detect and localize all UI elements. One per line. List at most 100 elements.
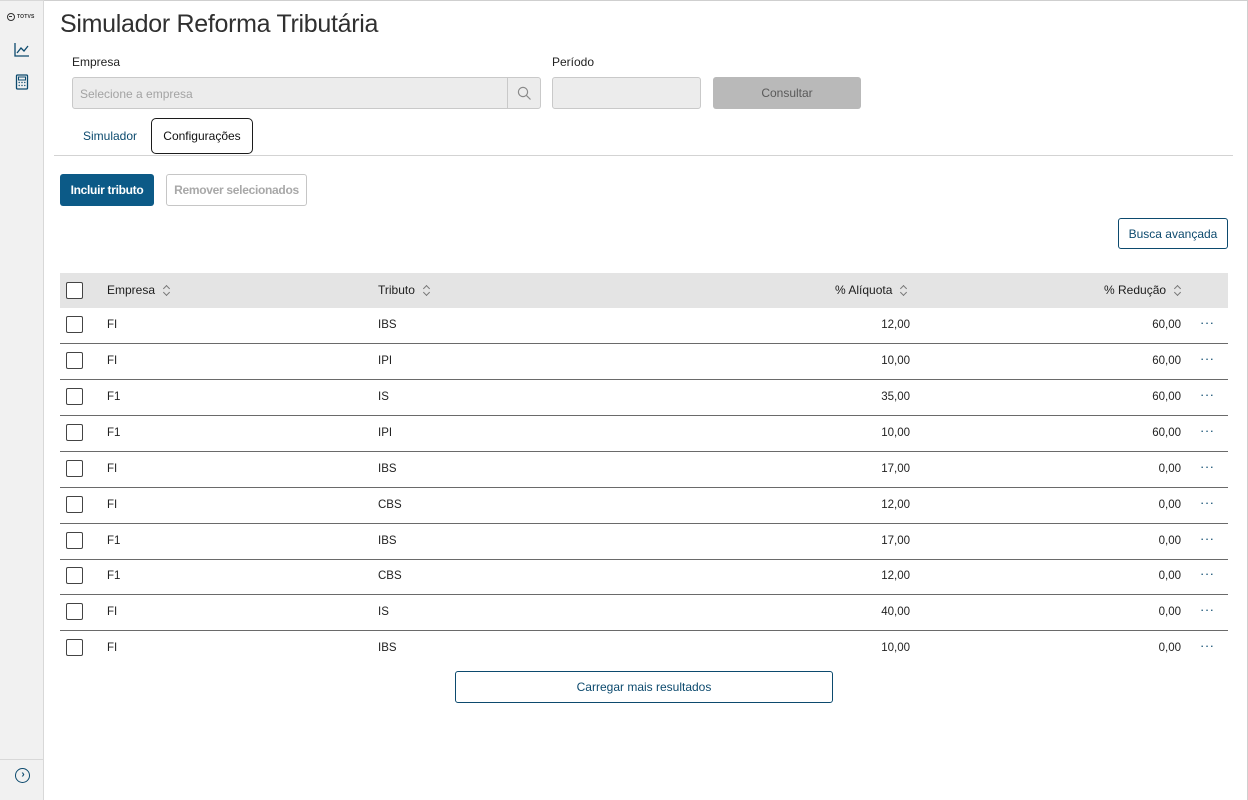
sort-icon[interactable]	[423, 285, 429, 295]
column-header-aliquota[interactable]: % Alíquota	[835, 283, 906, 297]
sort-icon[interactable]	[900, 285, 906, 295]
cell-tributo: IS	[378, 391, 389, 403]
cell-empresa: F1	[107, 570, 121, 582]
empresa-input[interactable]: Selecione a empresa	[72, 77, 541, 109]
cell-empresa: FI	[107, 463, 118, 475]
remover-selecionados-button[interactable]: Remover selecionados	[166, 174, 307, 206]
more-actions-icon[interactable]: ···	[1200, 602, 1215, 617]
busca-avancada-button[interactable]: Busca avançada	[1118, 218, 1228, 249]
table-row[interactable]: F1 IPI 10,00 60,00 ···	[60, 416, 1228, 452]
consultar-button[interactable]: Consultar	[713, 77, 861, 109]
table-row[interactable]: FI IS 40,00 0,00 ···	[60, 595, 1228, 631]
table-row[interactable]: FI CBS 12,00 0,00 ···	[60, 488, 1228, 524]
row-checkbox[interactable]	[66, 532, 83, 549]
tab-simulador[interactable]: Simulador	[72, 118, 148, 154]
totvs-logo: TOTVS	[7, 13, 35, 21]
more-actions-icon[interactable]: ···	[1200, 566, 1215, 581]
column-header-reducao[interactable]: % Redução	[1104, 283, 1180, 297]
incluir-tributo-button[interactable]: Incluir tributo	[60, 174, 154, 206]
cell-aliquota: 10,00	[881, 642, 910, 654]
sidebar-divider	[0, 759, 43, 760]
column-label-tributo: Tributo	[378, 283, 415, 297]
cell-empresa: F1	[107, 535, 121, 547]
row-checkbox[interactable]	[66, 352, 83, 369]
table-row[interactable]: FI IBS 10,00 0,00 ···	[60, 631, 1228, 667]
cell-aliquota: 17,00	[881, 535, 910, 547]
periodo-input[interactable]	[552, 77, 701, 109]
row-checkbox[interactable]	[66, 567, 83, 584]
cell-tributo: IBS	[378, 319, 397, 331]
cell-aliquota: 12,00	[881, 319, 910, 331]
cell-aliquota: 10,00	[881, 427, 910, 439]
row-checkbox[interactable]	[66, 424, 83, 441]
cell-empresa: FI	[107, 319, 118, 331]
cell-reducao: 60,00	[1152, 391, 1181, 403]
table-row[interactable]: F1 IBS 17,00 0,00 ···	[60, 524, 1228, 560]
more-actions-icon[interactable]: ···	[1200, 351, 1215, 366]
cell-tributo: IS	[378, 606, 389, 618]
top-border	[44, 0, 1248, 1]
cell-tributo: IBS	[378, 535, 397, 547]
row-checkbox[interactable]	[66, 639, 83, 656]
table-row[interactable]: FI IPI 10,00 60,00 ···	[60, 344, 1228, 380]
row-checkbox[interactable]	[66, 388, 83, 405]
table-row[interactable]: FI IBS 17,00 0,00 ···	[60, 452, 1228, 488]
cell-aliquota: 10,00	[881, 355, 910, 367]
carregar-mais-button[interactable]: Carregar mais resultados	[455, 671, 833, 703]
row-checkbox[interactable]	[66, 460, 83, 477]
column-label-aliquota: % Alíquota	[835, 283, 893, 297]
totvs-logo-icon	[7, 13, 15, 21]
cell-tributo: IPI	[378, 355, 393, 367]
cell-empresa: F1	[107, 427, 121, 439]
cell-reducao: 0,00	[1158, 570, 1181, 582]
table-header: Empresa Tributo % Alíquota % Redução	[60, 273, 1228, 308]
cell-reducao: 0,00	[1158, 606, 1181, 618]
calculator-icon[interactable]	[13, 73, 31, 91]
column-label-reducao: % Redução	[1104, 283, 1167, 297]
chart-line-icon[interactable]	[13, 41, 31, 59]
cell-aliquota: 12,00	[881, 499, 910, 511]
more-actions-icon[interactable]: ···	[1200, 638, 1215, 653]
cell-reducao: 0,00	[1158, 463, 1181, 475]
more-actions-icon[interactable]: ···	[1200, 315, 1215, 330]
tabs-divider	[54, 155, 1233, 156]
row-checkbox[interactable]	[66, 603, 83, 620]
more-actions-icon[interactable]: ···	[1200, 423, 1215, 438]
cell-reducao: 60,00	[1152, 319, 1181, 331]
empresa-placeholder: Selecione a empresa	[80, 87, 193, 101]
sort-icon[interactable]	[163, 285, 169, 295]
chevron-right-circle-icon[interactable]: ›	[15, 768, 30, 783]
periodo-label: Período	[552, 55, 595, 69]
more-actions-icon[interactable]: ···	[1200, 459, 1215, 474]
row-checkbox[interactable]	[66, 316, 83, 333]
totvs-logo-text: TOTVS	[17, 14, 35, 20]
sort-icon[interactable]	[1174, 285, 1180, 295]
table-row[interactable]: F1 CBS 12,00 0,00 ···	[60, 559, 1228, 595]
row-checkbox[interactable]	[66, 496, 83, 513]
cell-tributo: CBS	[378, 570, 402, 582]
sidebar: TOTVS ›	[0, 0, 44, 800]
column-header-empresa[interactable]: Empresa	[107, 283, 169, 297]
cell-tributo: IBS	[378, 463, 397, 475]
cell-reducao: 60,00	[1152, 427, 1181, 439]
search-button[interactable]	[507, 78, 540, 108]
cell-aliquota: 40,00	[881, 606, 910, 618]
cell-reducao: 0,00	[1158, 535, 1181, 547]
search-icon	[517, 86, 531, 100]
tab-configuracoes[interactable]: Configurações	[151, 118, 253, 154]
cell-empresa: FI	[107, 499, 118, 511]
cell-aliquota: 17,00	[881, 463, 910, 475]
column-header-tributo[interactable]: Tributo	[378, 283, 429, 297]
cell-reducao: 0,00	[1158, 499, 1181, 511]
table-row[interactable]: F1 IS 35,00 60,00 ···	[60, 380, 1228, 416]
more-actions-icon[interactable]: ···	[1200, 387, 1215, 402]
more-actions-icon[interactable]: ···	[1200, 531, 1215, 546]
cell-reducao: 60,00	[1152, 355, 1181, 367]
select-all-checkbox[interactable]	[66, 282, 83, 299]
cell-tributo: IPI	[378, 427, 393, 439]
page-title: Simulador Reforma Tributária	[60, 10, 379, 38]
more-actions-icon[interactable]: ···	[1200, 495, 1215, 510]
table-row[interactable]: FI IBS 12,00 60,00 ···	[60, 308, 1228, 344]
column-label-empresa: Empresa	[107, 283, 156, 297]
cell-aliquota: 35,00	[881, 391, 910, 403]
